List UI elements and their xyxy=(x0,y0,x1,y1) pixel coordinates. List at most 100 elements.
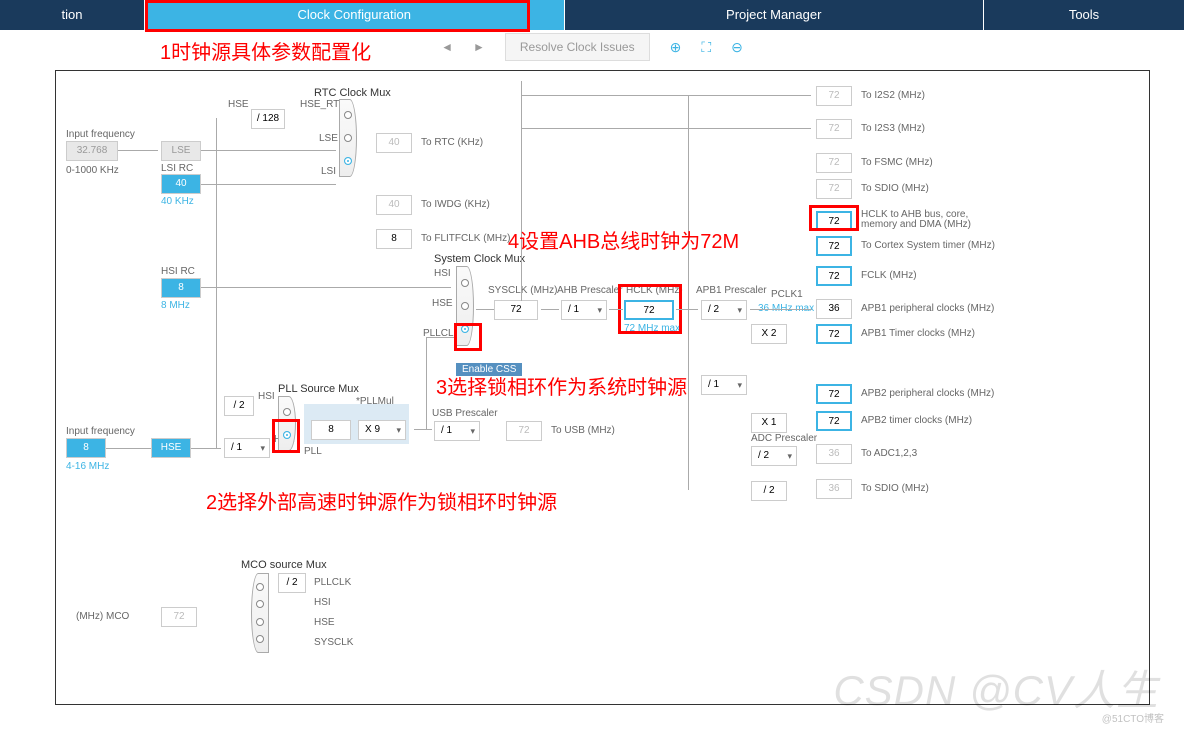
apb1-prescaler-label: APB1 Prescaler xyxy=(696,285,767,296)
mco-label: (MHz) MCO xyxy=(76,611,129,622)
pll-mux[interactable] xyxy=(278,396,296,451)
rtc-mux-title: RTC Clock Mux xyxy=(314,87,391,99)
apb2-x1: X 1 xyxy=(751,413,787,433)
iwdg-label: To IWDG (KHz) xyxy=(421,199,490,210)
sdio2-value: 36 xyxy=(816,479,852,499)
nav-next-icon[interactable]: ► xyxy=(473,40,485,54)
hse-div-dropdown[interactable]: / 1 xyxy=(224,438,270,458)
mco-hse: HSE xyxy=(314,617,335,628)
sys-hse-label: HSE xyxy=(432,298,453,309)
i2s2-value: 72 xyxy=(816,86,852,106)
div128: / 128 xyxy=(251,109,285,129)
apb1-t-label: APB1 Timer clocks (MHz) xyxy=(861,328,975,339)
nav-prev-icon[interactable]: ◄ xyxy=(441,40,453,54)
adc-prescaler-label: ADC Prescaler xyxy=(751,433,817,444)
hsi-rc-unit: 8 MHz xyxy=(161,300,190,311)
input-freq1-range: 0-1000 KHz xyxy=(66,165,119,176)
usb-prescaler-dropdown[interactable]: / 1 xyxy=(434,421,480,441)
pclk1-label: PCLK1 xyxy=(771,289,803,300)
annotation-2: 2选择外部高速时钟源作为锁相环时钟源 xyxy=(206,486,557,515)
hclk-label: HCLK (MHz) xyxy=(626,285,683,296)
rtc-mux[interactable] xyxy=(339,99,357,177)
mco-hsi: HSI xyxy=(314,597,331,608)
usb-prescaler-label: USB Prescaler xyxy=(432,408,498,419)
mco-mux-title: MCO source Mux xyxy=(241,559,327,571)
pllmul-dropdown[interactable]: X 9 xyxy=(358,420,406,440)
adc-prescaler-dropdown[interactable]: / 2 xyxy=(751,446,797,466)
lsi-rc-unit: 40 KHz xyxy=(161,196,194,207)
ahb-prescaler-label: AHB Prescaler xyxy=(557,285,623,296)
adc-value: 36 xyxy=(816,444,852,464)
sdio-label: To SDIO (MHz) xyxy=(861,183,929,194)
apb2-t-label: APB2 timer clocks (MHz) xyxy=(861,415,972,426)
watermark: CSDN @CV人生 xyxy=(833,657,1159,718)
resolve-button[interactable]: Resolve Clock Issues xyxy=(505,33,650,61)
hse-block: HSE xyxy=(151,438,191,458)
input-freq2-label: Input frequency xyxy=(66,426,135,437)
mco-div2: / 2 xyxy=(278,573,306,593)
flitf-label: To FLITFCLK (MHz) xyxy=(421,233,510,244)
tab-config[interactable]: tion xyxy=(0,0,145,30)
fit-icon[interactable]: ⛶ xyxy=(701,39,711,56)
apb1-x2: X 2 xyxy=(751,324,787,344)
i2s2-label: To I2S2 (MHz) xyxy=(861,90,925,101)
zoom-out-icon[interactable]: ⊖ xyxy=(731,39,743,56)
apb1-prescaler-dropdown[interactable]: / 2 xyxy=(701,300,747,320)
sdio-div2: / 2 xyxy=(751,481,787,501)
cortex-label: To Cortex System timer (MHz) xyxy=(861,240,995,251)
top-tabs: tion Clock Configuration Project Manager… xyxy=(0,0,1184,30)
lse-block: LSE xyxy=(161,141,201,161)
flitf-value: 8 xyxy=(376,229,412,249)
fsmc-label: To FSMC (MHz) xyxy=(861,157,933,168)
sys-mux-title: System Clock Mux xyxy=(434,253,525,265)
input-freq1-label: Input frequency xyxy=(66,129,135,140)
fsmc-value: 72 xyxy=(816,153,852,173)
ahb-prescaler-dropdown[interactable]: / 1 xyxy=(561,300,607,320)
iwdg-value: 40 xyxy=(376,195,412,215)
watermark2: @51CTO博客 xyxy=(1102,710,1164,725)
rtc-output-value: 40 xyxy=(376,133,412,153)
pll-hsi-div2: / 2 xyxy=(224,396,254,416)
apb2-t-value: 72 xyxy=(816,411,852,431)
hclk-ahb-value: 72 xyxy=(816,211,852,231)
zoom-in-icon[interactable]: ⊕ xyxy=(670,39,682,56)
input-freq1-value[interactable]: 32.768 xyxy=(66,141,118,161)
sysclk-value: 72 xyxy=(494,300,538,320)
hclk-max: 72 MHz max xyxy=(624,323,680,334)
apb1-p-label: APB1 peripheral clocks (MHz) xyxy=(861,303,994,314)
apb1-p-value: 36 xyxy=(816,299,852,319)
input-freq2-value[interactable]: 8 xyxy=(66,438,106,458)
mco-value: 72 xyxy=(161,607,197,627)
sdio-value: 72 xyxy=(816,179,852,199)
mco-pllclk: PLLCLK xyxy=(314,577,351,588)
lse-signal-label: LSE xyxy=(319,133,338,144)
hse-signal-label: HSE xyxy=(228,99,249,110)
cortex-value: 72 xyxy=(816,236,852,256)
clock-canvas: Input frequency 32.768 0-1000 KHz LSE LS… xyxy=(55,70,1150,705)
apb2-p-value: 72 xyxy=(816,384,852,404)
enable-css[interactable]: Enable CSS xyxy=(456,363,522,376)
usb-label: To USB (MHz) xyxy=(551,425,615,436)
mco-mux[interactable] xyxy=(251,573,269,653)
sys-mux[interactable] xyxy=(456,266,474,346)
pll-label: PLL xyxy=(304,446,322,457)
tab-clock-config[interactable]: Clock Configuration xyxy=(145,0,564,30)
adc-label: To ADC1,2,3 xyxy=(861,448,917,459)
apb2-p-label: APB2 peripheral clocks (MHz) xyxy=(861,388,994,399)
sysclk-label: SYSCLK (MHz) xyxy=(488,285,557,296)
rtc-output-label: To RTC (KHz) xyxy=(421,137,483,148)
hclk-value[interactable]: 72 xyxy=(624,300,674,320)
apb1-t-value: 72 xyxy=(816,324,852,344)
pll-hsi-label: HSI xyxy=(258,391,275,402)
sdio2-label: To SDIO (MHz) xyxy=(861,483,929,494)
fclk-value: 72 xyxy=(816,266,852,286)
pll-mux-title: PLL Source Mux xyxy=(278,383,359,395)
tab-project-manager[interactable]: Project Manager xyxy=(564,0,985,30)
hsi-rc-value: 8 xyxy=(161,278,201,298)
lsi-signal-label: LSI xyxy=(321,166,336,177)
toolbar: ◄ ► Resolve Clock Issues ⊕ ⛶ ⊖ xyxy=(0,30,1184,64)
input-freq2-range: 4-16 MHz xyxy=(66,461,109,472)
tab-tools[interactable]: Tools xyxy=(984,0,1184,30)
apb2-prescaler-dropdown[interactable]: / 1 xyxy=(701,375,747,395)
pllmul-label: *PLLMul xyxy=(356,396,394,407)
